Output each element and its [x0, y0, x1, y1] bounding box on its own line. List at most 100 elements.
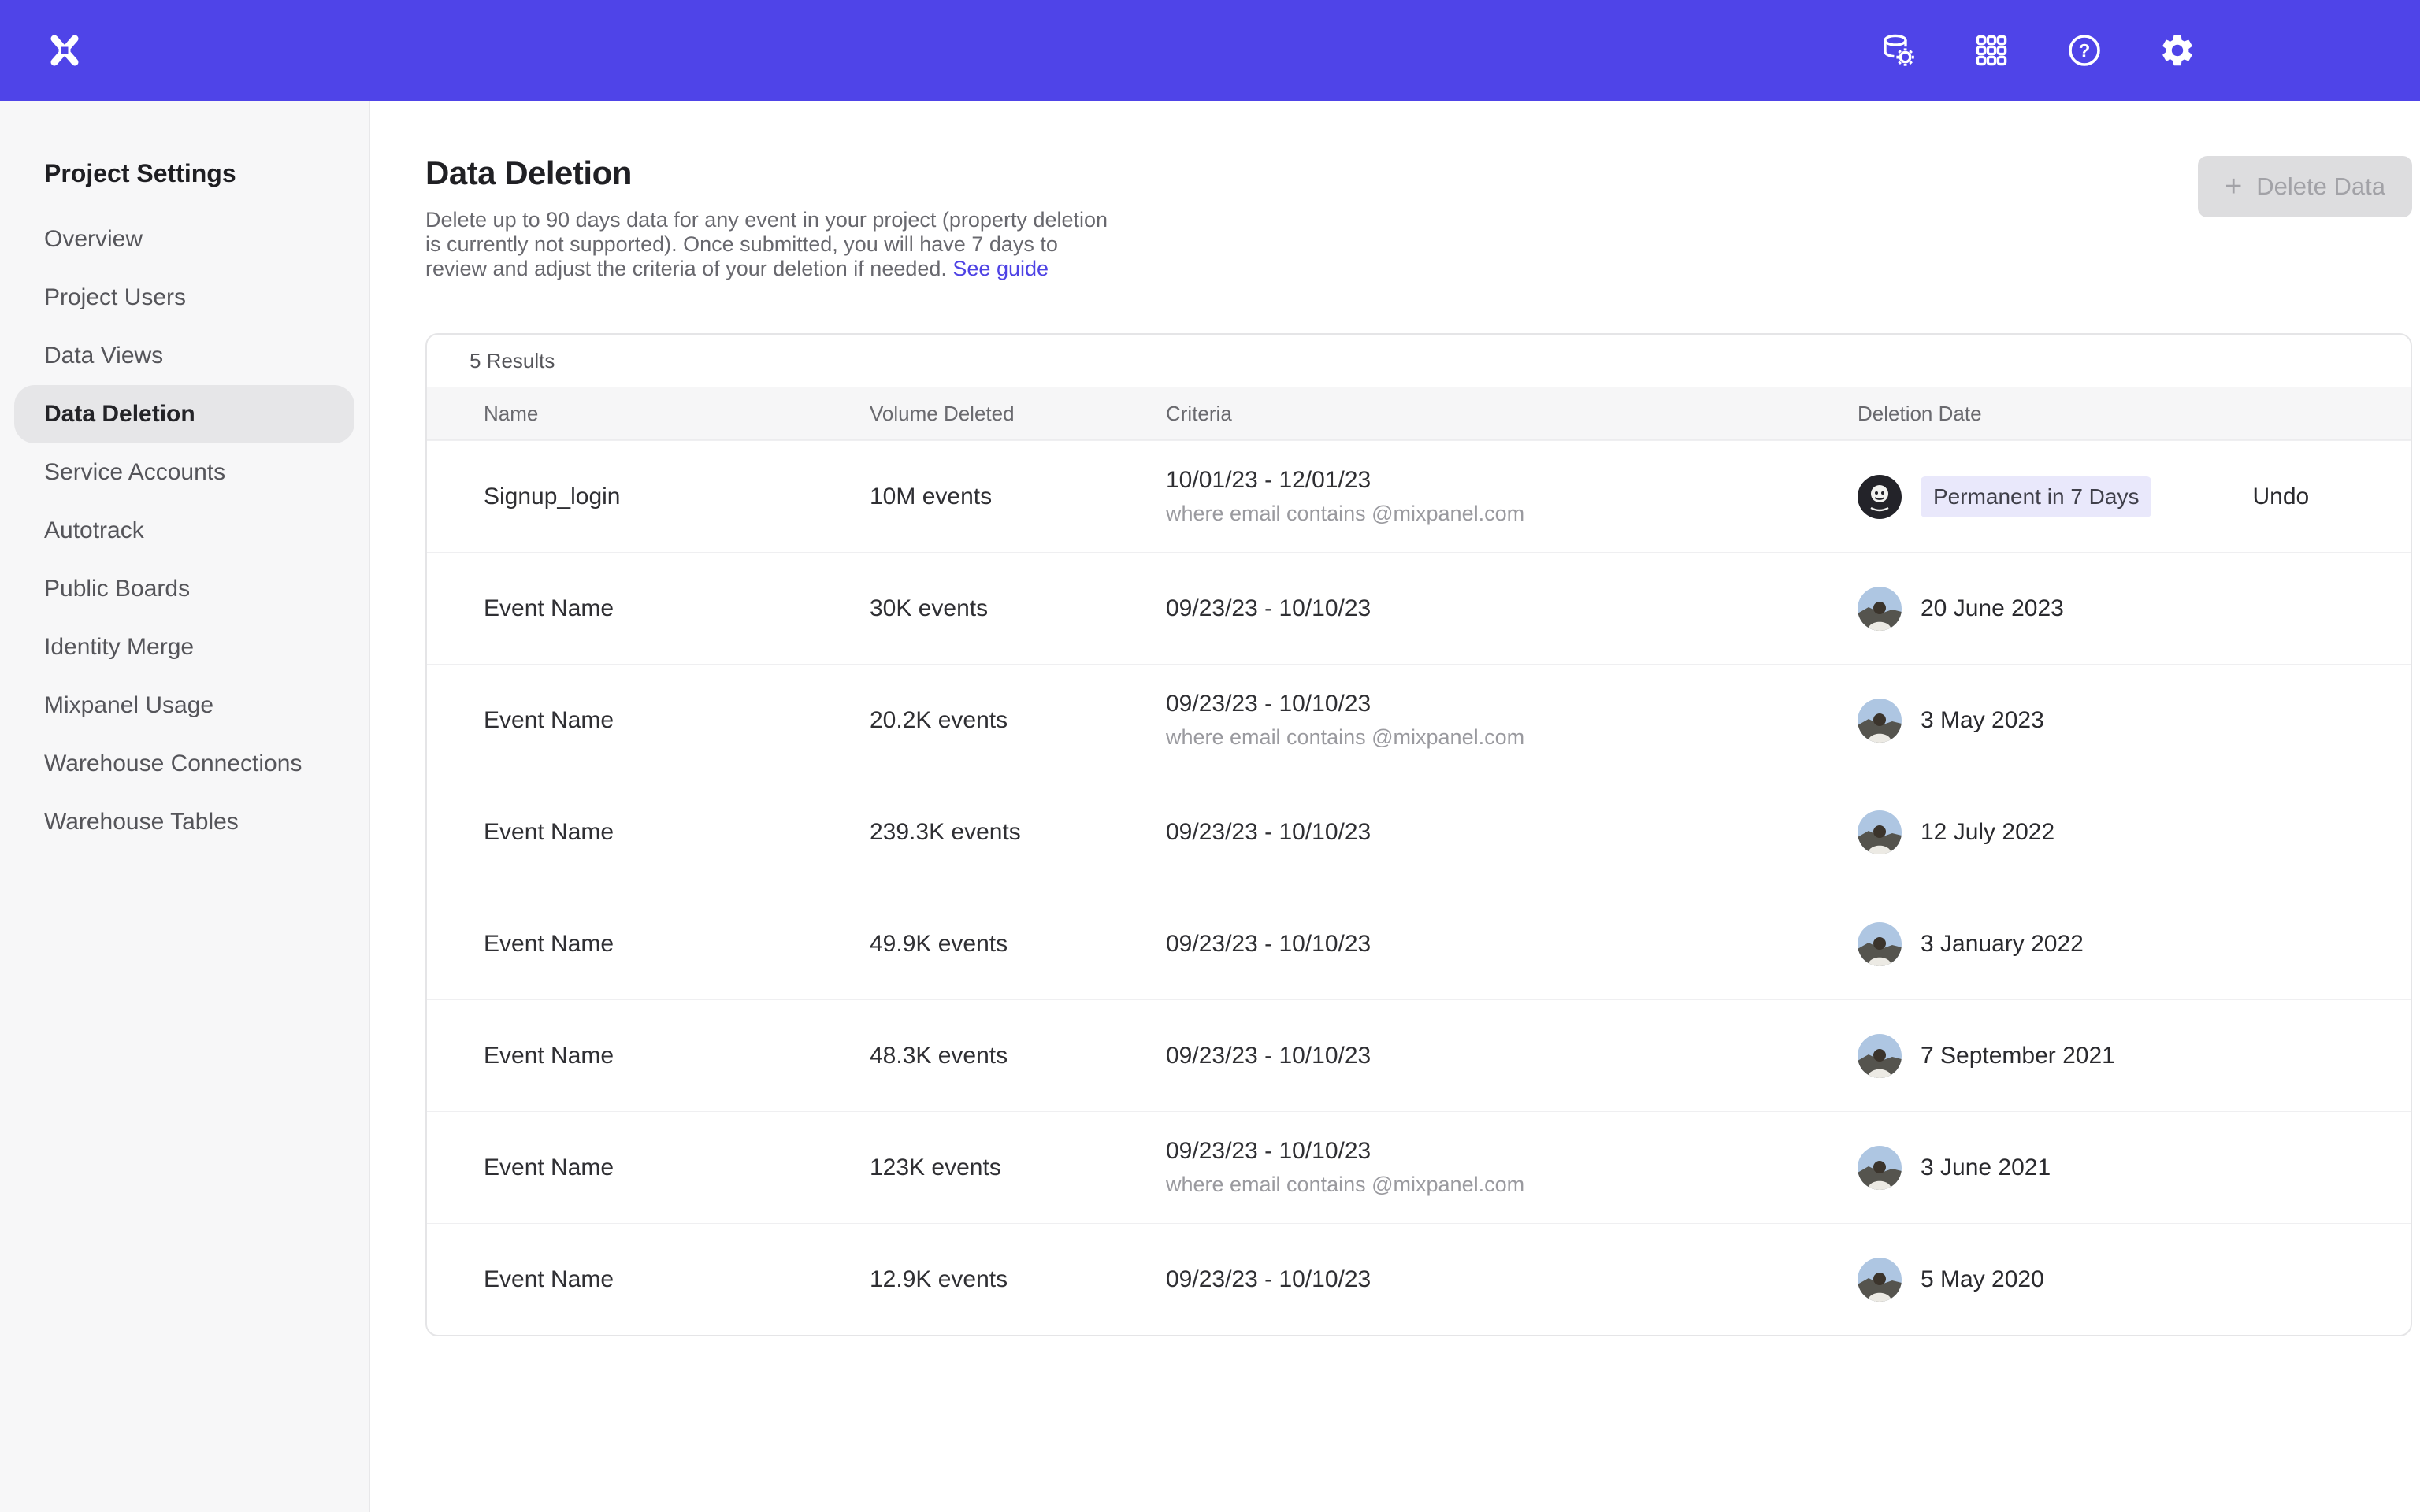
person-avatar: [1858, 587, 1902, 631]
row-criteria-range: 09/23/23 - 10/10/23: [1166, 691, 1858, 717]
row-volume: 48.3K events: [870, 1043, 1166, 1069]
row-volume: 12.9K events: [870, 1266, 1166, 1293]
deletion-date: 5 May 2020: [1921, 1266, 2044, 1293]
top-navigation-bar: ?: [0, 0, 2420, 101]
table-row: Event Name 49.9K events 09/23/23 - 10/10…: [427, 888, 2411, 999]
row-criteria-filter: where email contains @mixpanel.com: [1166, 502, 1858, 526]
row-criteria-range: 09/23/23 - 10/10/23: [1166, 595, 1858, 622]
sidebar-item-warehouse-connections[interactable]: Warehouse Connections: [0, 735, 369, 793]
sidebar-nav: Overview Project Users Data Views Data D…: [0, 210, 369, 851]
row-volume: 10M events: [870, 484, 1166, 510]
page-description: Delete up to 90 days data for any event …: [425, 208, 1122, 281]
cartoon-avatar: [1858, 475, 1902, 519]
delete-data-button[interactable]: + Delete Data: [2198, 156, 2412, 217]
row-name: Event Name: [484, 931, 870, 958]
person-avatar: [1858, 1034, 1902, 1078]
table-row: Signup_login 10M events 10/01/23 - 12/01…: [427, 440, 2411, 552]
row-criteria: 09/23/23 - 10/10/23 where email contains…: [1166, 1138, 1858, 1197]
status-badge: Permanent in 7 Days: [1921, 476, 2151, 517]
svg-text:?: ?: [2079, 41, 2091, 62]
sidebar-item-overview[interactable]: Overview: [0, 210, 369, 269]
column-header-volume-deleted: Volume Deleted: [870, 402, 1166, 426]
table-header-row: Name Volume Deleted Criteria Deletion Da…: [427, 387, 2411, 440]
row-name: Event Name: [484, 1043, 870, 1069]
sidebar-item-public-boards[interactable]: Public Boards: [0, 560, 369, 618]
row-volume: 239.3K events: [870, 819, 1166, 846]
undo-button[interactable]: Undo: [2202, 483, 2309, 511]
column-header-name: Name: [484, 402, 870, 426]
row-volume: 30K events: [870, 595, 1166, 622]
sidebar-item-identity-merge[interactable]: Identity Merge: [0, 618, 369, 676]
table-row: Event Name 20.2K events 09/23/23 - 10/10…: [427, 664, 2411, 776]
row-deletion-date-cell: 20 June 2023: [1858, 587, 2411, 631]
column-header-deletion-date: Deletion Date: [1858, 402, 2411, 426]
row-volume: 123K events: [870, 1154, 1166, 1181]
undo-label: Undo: [2252, 484, 2309, 510]
row-criteria: 09/23/23 - 10/10/23: [1166, 1043, 1858, 1069]
table-row: Event Name 48.3K events 09/23/23 - 10/10…: [427, 999, 2411, 1111]
row-criteria-range: 10/01/23 - 12/01/23: [1166, 467, 1858, 494]
row-deletion-date-cell: 3 May 2023: [1858, 699, 2411, 743]
row-volume: 49.9K events: [870, 931, 1166, 958]
person-avatar: [1858, 810, 1902, 854]
page-header: Data Deletion Delete up to 90 days data …: [425, 154, 2412, 281]
row-criteria: 09/23/23 - 10/10/23: [1166, 595, 1858, 622]
data-settings-icon[interactable]: [1880, 32, 1917, 69]
row-criteria: 10/01/23 - 12/01/23 where email contains…: [1166, 467, 1858, 526]
plus-icon: +: [2225, 172, 2242, 202]
row-criteria-range: 09/23/23 - 10/10/23: [1166, 1266, 1858, 1293]
page-title: Data Deletion: [425, 154, 2412, 192]
deletion-date: 12 July 2022: [1921, 819, 2054, 846]
sidebar-title: Project Settings: [0, 159, 369, 188]
row-criteria: 09/23/23 - 10/10/23: [1166, 931, 1858, 958]
see-guide-link[interactable]: See guide: [952, 257, 1049, 280]
table-row: Event Name 123K events 09/23/23 - 10/10/…: [427, 1111, 2411, 1223]
sidebar-item-mixpanel-usage[interactable]: Mixpanel Usage: [0, 676, 369, 735]
row-criteria-range: 09/23/23 - 10/10/23: [1166, 819, 1858, 846]
row-criteria-range: 09/23/23 - 10/10/23: [1166, 1138, 1858, 1165]
row-deletion-date-cell: 3 June 2021: [1858, 1146, 2411, 1190]
deletion-date: 3 January 2022: [1921, 931, 2084, 958]
table-row: Event Name 12.9K events 09/23/23 - 10/10…: [427, 1223, 2411, 1335]
row-criteria-range: 09/23/23 - 10/10/23: [1166, 1043, 1858, 1069]
sidebar-item-autotrack[interactable]: Autotrack: [0, 502, 369, 560]
sidebar-item-service-accounts[interactable]: Service Accounts: [0, 443, 369, 502]
person-avatar: [1858, 699, 1902, 743]
results-count: 5 Results: [427, 335, 2411, 387]
column-header-criteria: Criteria: [1166, 402, 1858, 426]
sidebar-item-warehouse-tables[interactable]: Warehouse Tables: [0, 793, 369, 851]
help-icon[interactable]: ?: [2066, 32, 2103, 69]
person-avatar: [1858, 922, 1902, 966]
mixpanel-logo[interactable]: [43, 28, 87, 72]
row-deletion-date-cell: 5 May 2020: [1858, 1258, 2411, 1302]
table-row: Event Name 30K events 09/23/23 - 10/10/2…: [427, 552, 2411, 664]
row-name: Event Name: [484, 819, 870, 846]
deletion-date: 3 May 2023: [1921, 707, 2044, 734]
settings-icon[interactable]: [2158, 32, 2196, 69]
deletion-date: 20 June 2023: [1921, 595, 2064, 622]
main-content: Data Deletion Delete up to 90 days data …: [370, 101, 2420, 1512]
person-avatar: [1858, 1258, 1902, 1302]
settings-sidebar: Project Settings Overview Project Users …: [0, 101, 370, 1512]
row-deletion-date-cell: 3 January 2022: [1858, 922, 2411, 966]
deletion-requests-card: 5 Results Name Volume Deleted Criteria D…: [425, 333, 2412, 1336]
topbar-icon-group: ?: [1880, 32, 2196, 69]
person-avatar: [1858, 1146, 1902, 1190]
sidebar-item-data-deletion[interactable]: Data Deletion: [14, 385, 354, 443]
sidebar-item-data-views[interactable]: Data Views: [0, 327, 369, 385]
deletion-date: 3 June 2021: [1921, 1154, 2051, 1181]
sidebar-item-project-users[interactable]: Project Users: [0, 269, 369, 327]
row-name: Event Name: [484, 595, 870, 622]
row-criteria-filter: where email contains @mixpanel.com: [1166, 725, 1858, 750]
row-name: Event Name: [484, 1266, 870, 1293]
row-deletion-date-cell: Permanent in 7 Days Undo: [1858, 475, 2411, 519]
row-criteria-range: 09/23/23 - 10/10/23: [1166, 931, 1858, 958]
delete-data-button-label: Delete Data: [2256, 172, 2385, 201]
row-criteria: 09/23/23 - 10/10/23 where email contains…: [1166, 691, 1858, 750]
row-criteria: 09/23/23 - 10/10/23: [1166, 1266, 1858, 1293]
row-name: Signup_login: [484, 484, 870, 510]
apps-grid-icon[interactable]: [1973, 32, 2010, 69]
row-criteria: 09/23/23 - 10/10/23: [1166, 819, 1858, 846]
row-deletion-date-cell: 12 July 2022: [1858, 810, 2411, 854]
deletion-date: 7 September 2021: [1921, 1043, 2115, 1069]
